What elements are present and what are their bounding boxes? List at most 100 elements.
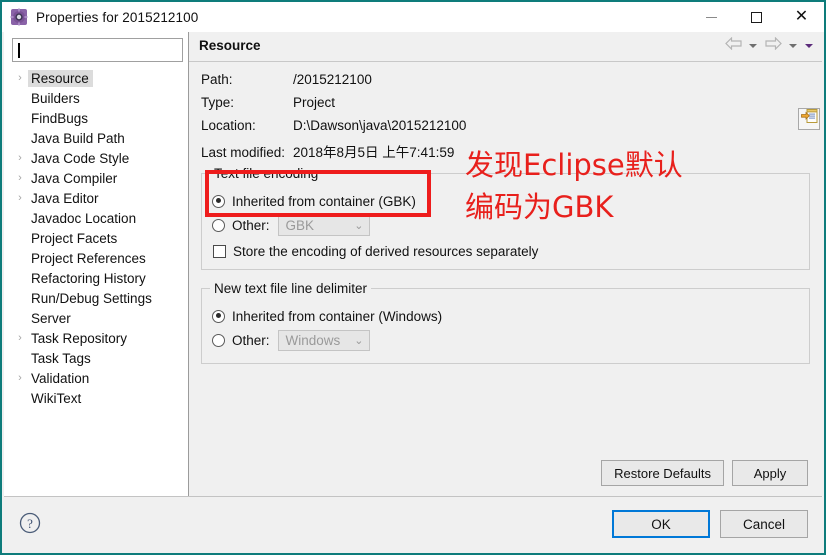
tree-item-java-editor[interactable]: › Java Editor — [4, 188, 188, 208]
tree-item-server[interactable]: Server — [4, 308, 188, 328]
tree-item-label: Javadoc Location — [31, 210, 137, 226]
tree-item-label: Run/Debug Settings — [31, 290, 152, 306]
settings-tree[interactable]: › Resource Builders FindBugs Java Build Path… — [4, 66, 188, 408]
tree-item-java-code-style[interactable]: › Java Code Style — [4, 148, 188, 168]
tree-item-javadoc-location[interactable]: Javadoc Location — [4, 208, 188, 228]
minimize-button[interactable] — [689, 2, 734, 32]
store-derived-encoding-row[interactable]: Store the encoding of derived resources … — [213, 244, 799, 259]
encoding-combo-value: GBK — [285, 217, 315, 233]
delimiter-inherited-radio-row[interactable]: Inherited from container (Windows) — [212, 305, 799, 327]
tree-item-project-references[interactable]: Project References — [4, 248, 188, 268]
svg-text:?: ? — [27, 516, 33, 531]
tree-item-project-facets[interactable]: Project Facets — [4, 228, 188, 248]
delimiter-inherited-radio[interactable] — [212, 309, 225, 323]
tree-item-validation[interactable]: › Validation — [4, 368, 188, 388]
dialog-button-bar: ? OK Cancel — [4, 497, 822, 553]
info-row: Path: /2015212100 — [201, 72, 810, 87]
tree-item-label: Java Code Style — [31, 150, 130, 166]
tree-item-label: Task Tags — [31, 350, 91, 366]
close-button[interactable]: ✕ — [779, 2, 824, 32]
page-title: Resource — [199, 38, 261, 53]
tree-item-label: Java Compiler — [31, 170, 118, 186]
forward-history-dropdown[interactable] — [786, 35, 800, 57]
maximize-button[interactable] — [734, 2, 779, 32]
encoding-inherited-label: Inherited from container (GBK) — [232, 193, 416, 209]
chevron-down-icon — [789, 44, 797, 48]
encoding-inherited-radio[interactable] — [212, 194, 225, 208]
tree-item-label: Refactoring History — [31, 270, 146, 286]
close-icon: ✕ — [794, 8, 809, 25]
info-row: Type: Project — [201, 95, 810, 110]
expand-arrow-icon[interactable]: › — [12, 72, 28, 84]
filter-input[interactable] — [12, 38, 183, 62]
tree-item-label: Java Editor — [31, 190, 99, 206]
tree-item-label: Project References — [31, 250, 146, 266]
apply-button[interactable]: Apply — [732, 460, 808, 486]
info-label: Type: — [201, 95, 235, 110]
page-button-bar: Restore Defaults Apply — [189, 460, 822, 486]
filter-area — [4, 32, 188, 66]
minimize-icon — [706, 16, 717, 18]
help-question-icon[interactable]: ? — [18, 511, 42, 535]
tree-item-wikitext[interactable]: WikiText — [4, 388, 188, 408]
tree-item-label: Server — [31, 310, 71, 326]
view-menu-button[interactable] — [802, 35, 816, 57]
delimiter-inherited-label: Inherited from container (Windows) — [232, 308, 443, 324]
tree-item-java-compiler[interactable]: › Java Compiler — [4, 168, 188, 188]
tree-item-label: Java Build Path — [31, 130, 125, 146]
settings-navigation-panel: › Resource Builders FindBugs Java Build Path… — [4, 32, 188, 496]
expand-arrow-icon[interactable]: › — [12, 192, 28, 204]
properties-dialog: Properties for 2015212100 ✕ › Resource Bui… — [0, 0, 826, 555]
forward-arrow-icon — [764, 36, 782, 55]
tree-item-task-tags[interactable]: Task Tags — [4, 348, 188, 368]
info-value: D:\Dawson\java\2015212100 — [293, 118, 467, 133]
tree-item-label: WikiText — [31, 390, 82, 406]
restore-defaults-button[interactable]: Restore Defaults — [601, 460, 724, 486]
store-derived-encoding-checkbox[interactable] — [213, 245, 226, 258]
expand-arrow-icon[interactable]: › — [12, 172, 28, 184]
delimiter-combo[interactable]: Windows ⌄ — [277, 329, 370, 351]
tree-item-java-build-path[interactable]: Java Build Path — [4, 128, 188, 148]
delimiter-combo-value: Windows — [285, 332, 341, 348]
expand-arrow-icon[interactable]: › — [12, 372, 28, 384]
page-header: Resource — [189, 32, 822, 62]
text-cursor — [18, 43, 20, 58]
tree-item-findbugs[interactable]: FindBugs — [4, 108, 188, 128]
info-label: Last modified: — [201, 145, 286, 160]
back-arrow-icon — [724, 36, 742, 55]
edit-resource-icon — [800, 109, 818, 129]
chevron-down-icon — [749, 44, 757, 48]
info-value: /2015212100 — [293, 72, 372, 87]
cancel-button[interactable]: Cancel — [720, 510, 808, 538]
forward-button[interactable] — [762, 35, 784, 57]
annotation-line-1: 发现Eclipse默认 — [465, 148, 683, 182]
tree-item-task-repository[interactable]: › Task Repository — [4, 328, 188, 348]
maximize-icon — [751, 11, 762, 23]
store-derived-encoding-label: Store the encoding of derived resources … — [233, 244, 539, 259]
expand-arrow-icon[interactable]: › — [12, 152, 28, 164]
title-bar: Properties for 2015212100 ✕ — [2, 2, 824, 32]
edit-resource-button[interactable] — [798, 108, 820, 130]
back-history-dropdown[interactable] — [746, 35, 760, 57]
ok-cancel-group: OK Cancel — [612, 510, 808, 538]
tree-item-builders[interactable]: Builders — [4, 88, 188, 108]
tree-item-label: Resource — [28, 69, 93, 87]
info-value: 2018年8月5日 上午7:41:59 — [293, 145, 455, 160]
delimiter-other-radio[interactable] — [212, 333, 225, 347]
encoding-combo[interactable]: GBK ⌄ — [277, 214, 370, 236]
encoding-other-radio[interactable] — [212, 218, 225, 232]
page-navigation-bar — [722, 35, 816, 57]
back-button[interactable] — [722, 35, 744, 57]
tree-item-refactoring-history[interactable]: Refactoring History — [4, 268, 188, 288]
info-row: Location: D:\Dawson\java\2015212100 — [201, 118, 810, 133]
line-delimiter-group: New text file line delimiter Inherited f… — [201, 281, 810, 364]
ok-button[interactable]: OK — [612, 510, 710, 538]
encoding-group-title: Text file encoding — [210, 166, 323, 181]
delimiter-other-radio-row[interactable]: Other: Windows ⌄ — [212, 329, 799, 351]
tree-item-resource[interactable]: › Resource — [4, 68, 188, 88]
view-menu-triangle-icon — [805, 44, 813, 48]
chevron-down-icon: ⌄ — [354, 334, 364, 347]
expand-arrow-icon[interactable]: › — [12, 332, 28, 344]
window-title: Properties for 2015212100 — [36, 9, 199, 25]
tree-item-run-debug-settings[interactable]: Run/Debug Settings — [4, 288, 188, 308]
